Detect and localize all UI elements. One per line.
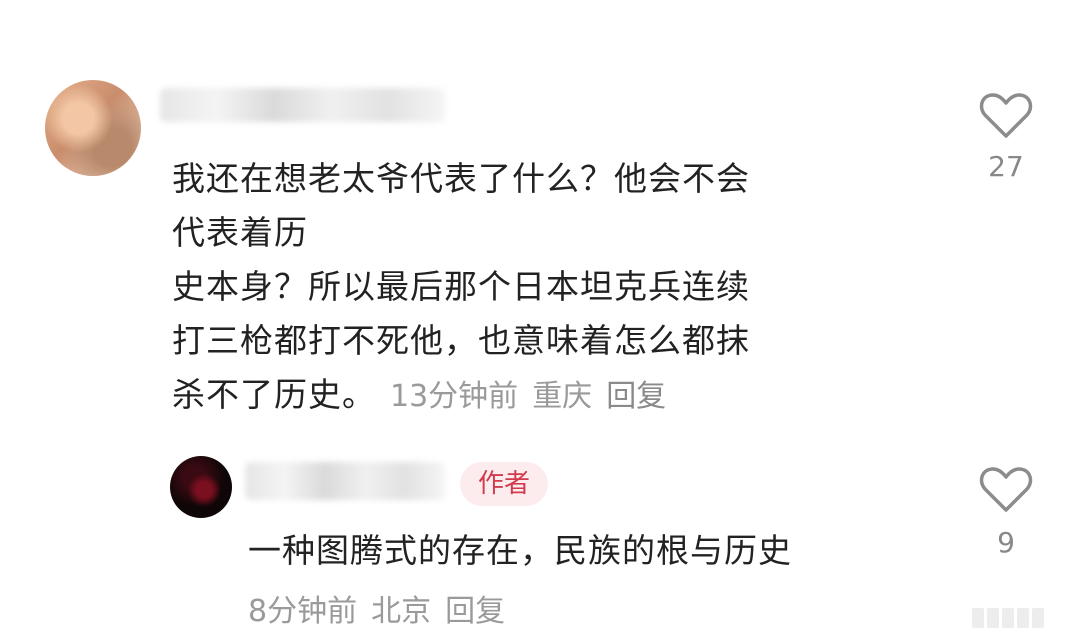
- comment-line: 杀不了历史。: [172, 375, 376, 414]
- reply-body: 一种图腾式的存在，民族的根与历史: [248, 531, 792, 570]
- heart-outline-icon: [979, 93, 1033, 138]
- reply-location: 北京: [371, 594, 432, 629]
- reply-like-count: 9: [997, 526, 1015, 559]
- comment-line: 代表着历: [172, 213, 308, 252]
- comment-reply-button[interactable]: 回复: [606, 379, 666, 414]
- comment-location: 重庆: [532, 379, 593, 414]
- reply-meta: 8分钟前 北京 回复: [248, 590, 519, 634]
- watermark: [972, 608, 1062, 634]
- comment-body: 我还在想老太爷代表了什么？他会不会 代表着历 史本身？所以最后那个日本坦克兵连续…: [172, 152, 912, 424]
- comment-line: 我还在想老太爷代表了什么？他会不会: [172, 159, 750, 198]
- reply-reply-button[interactable]: 回复: [445, 594, 505, 629]
- author-badge: 作者: [460, 462, 548, 506]
- comment-meta: 13分钟前 重庆 回复: [390, 379, 680, 414]
- comment-line: 打三枪都打不死他，也意味着怎么都抹: [172, 321, 750, 360]
- author-username[interactable]: 你: [245, 462, 445, 500]
- commenter-username[interactable]: 凉米: [160, 88, 445, 122]
- commenter-avatar[interactable]: [45, 80, 141, 176]
- comment-like-button[interactable]: 27: [974, 92, 1038, 183]
- heart-outline-icon: [979, 467, 1033, 512]
- comment-time: 13分钟前: [390, 379, 519, 414]
- comment-like-count: 27: [988, 150, 1024, 183]
- comment-line: 史本身？所以最后那个日本坦克兵连续: [172, 267, 750, 306]
- author-avatar[interactable]: [170, 456, 232, 518]
- comment-line-last: 杀不了历史。 13分钟前 重庆 回复: [172, 368, 912, 424]
- reply-like-button[interactable]: 9: [974, 466, 1038, 559]
- reply-time: 8分钟前: [248, 594, 358, 629]
